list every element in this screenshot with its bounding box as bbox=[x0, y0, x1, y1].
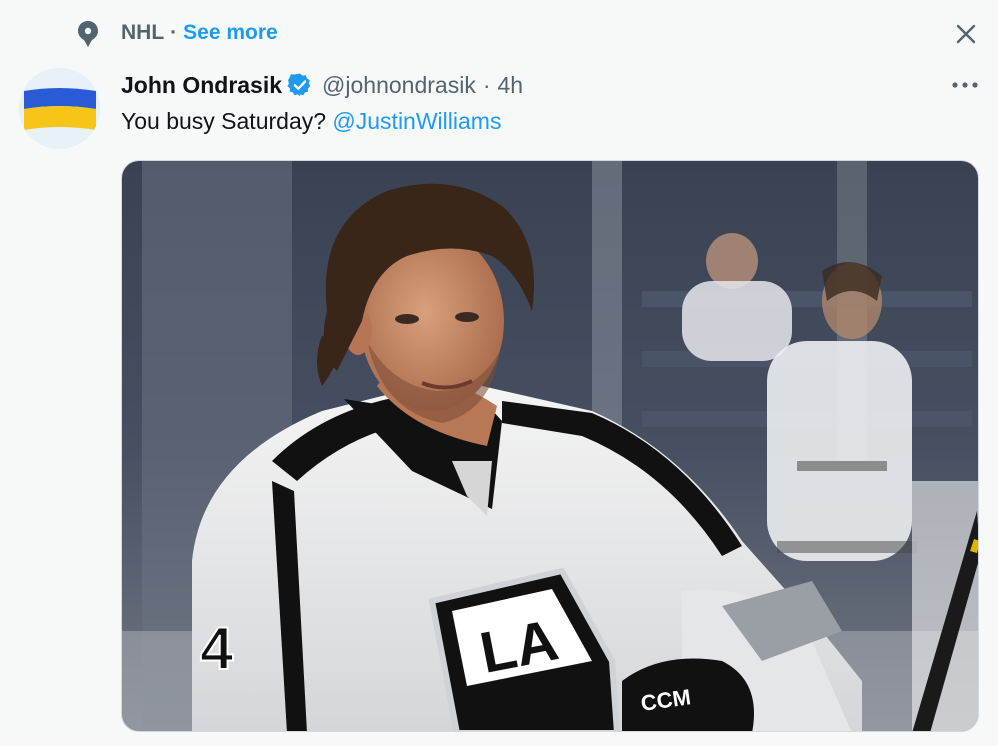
user-handle[interactable]: @johnondrasik bbox=[322, 72, 476, 99]
hockey-player-photo: LA 4 CCM bbox=[122, 161, 978, 731]
tweet-header: John Ondrasik @johnondrasik · 4h bbox=[121, 70, 523, 100]
timestamp[interactable]: 4h bbox=[498, 72, 524, 99]
context-separator: · bbox=[170, 21, 178, 44]
jersey-number: 4 bbox=[200, 615, 234, 682]
see-more-link[interactable]: See more bbox=[183, 21, 278, 45]
tweet-body: You busy Saturday? bbox=[121, 108, 327, 134]
topic-context: NHL · See more bbox=[121, 21, 278, 45]
tweet-media-photo[interactable]: LA 4 CCM bbox=[121, 160, 979, 732]
topic-context-row: NHL · See more bbox=[0, 0, 998, 66]
topic-name[interactable]: NHL bbox=[121, 21, 164, 45]
more-dots-icon[interactable] bbox=[948, 74, 982, 96]
tweet-text: You busy Saturday? @JustinWilliams bbox=[121, 108, 501, 135]
ukraine-flag-avatar bbox=[19, 68, 100, 149]
close-icon[interactable] bbox=[952, 20, 980, 48]
topic-pin-icon bbox=[78, 21, 98, 47]
avatar[interactable] bbox=[19, 68, 100, 149]
header-separator: · bbox=[482, 71, 491, 98]
display-name[interactable]: John Ondrasik bbox=[121, 72, 282, 99]
verified-badge-icon bbox=[287, 73, 311, 97]
mention-link[interactable]: @JustinWilliams bbox=[332, 108, 501, 134]
